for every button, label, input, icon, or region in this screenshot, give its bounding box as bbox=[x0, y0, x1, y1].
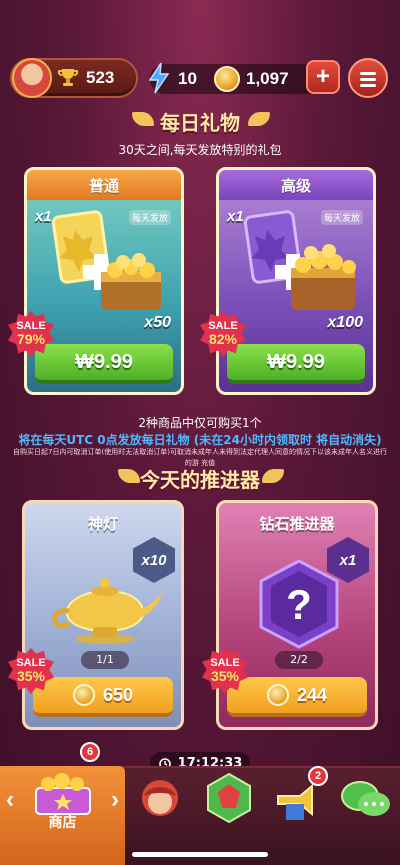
timing-note: 将在每天UTC 0点发放每日礼物 (未在24小时内领取时 将自动消失) bbox=[18, 433, 382, 447]
daily-gifts-subtitle: 30天之间,每天发放特别的礼包 bbox=[118, 143, 282, 157]
magic-lamp-icon bbox=[52, 578, 163, 644]
menu-button[interactable] bbox=[348, 58, 388, 98]
purchase-limit-note: 2种商品中仅可购买1个 bbox=[138, 416, 262, 430]
sale-percent: 82% bbox=[208, 331, 238, 348]
buy-lamp-button[interactable]: 650 bbox=[33, 677, 173, 717]
sale-percent: 79% bbox=[16, 331, 46, 348]
sale-percent: 35% bbox=[16, 668, 46, 685]
trophy-count: 523 bbox=[86, 68, 115, 87]
daily-tag: 每天发放 bbox=[320, 210, 363, 225]
trophy-icon bbox=[57, 69, 79, 86]
booster-price: 244 bbox=[296, 684, 328, 705]
gift-card-normal[interactable]: 普通 x1 每天发放 x50 ₩9.99 bbox=[24, 167, 184, 395]
gift-card-title: 普通 bbox=[27, 170, 181, 200]
booster-price: 650 bbox=[102, 684, 134, 705]
nav-shop-tab[interactable]: ‹ › 商店 bbox=[0, 766, 125, 865]
coin-icon bbox=[214, 66, 240, 92]
nav-character-tab[interactable] bbox=[136, 776, 186, 826]
gold-chest-icon bbox=[51, 210, 161, 310]
gift-qty-bottom: x50 bbox=[144, 314, 171, 331]
nav-ranking-tab[interactable] bbox=[204, 772, 254, 824]
nav-shop-label: 商店 bbox=[48, 815, 77, 831]
gem-emblem-icon bbox=[207, 772, 251, 824]
energy-bolt-icon bbox=[148, 62, 170, 94]
gift-qty-top: x1 bbox=[227, 208, 244, 225]
coin-icon bbox=[266, 684, 289, 706]
gift-qty-bottom: x100 bbox=[327, 314, 363, 331]
buy-normal-button[interactable]: ₩9.99 bbox=[35, 344, 173, 384]
add-coins-button[interactable]: + bbox=[306, 60, 340, 94]
shop-badge: 6 bbox=[80, 742, 100, 762]
booster-stock: 2/2 bbox=[275, 651, 323, 669]
booster-title: 钻石推进器 bbox=[259, 515, 335, 533]
mystery-diamond-icon: ? bbox=[259, 559, 339, 649]
gift-card-title: 高级 bbox=[219, 170, 373, 200]
player-avatar[interactable] bbox=[12, 58, 52, 98]
nav-chat-tab[interactable] bbox=[340, 778, 390, 828]
booster-card-lamp[interactable]: 神灯 x10 1/1 650 bbox=[22, 500, 184, 730]
booster-title: 神灯 bbox=[87, 515, 118, 533]
coin-icon bbox=[72, 684, 95, 706]
character-icon bbox=[142, 780, 178, 816]
gift-card-premium[interactable]: 高级 x1 每天发放 x100 ₩9.99 bbox=[216, 167, 376, 395]
purple-chest-icon bbox=[243, 210, 356, 310]
events-badge: 2 bbox=[308, 766, 328, 786]
chevron-left-icon[interactable]: ‹ bbox=[6, 786, 14, 814]
sale-percent: 35% bbox=[210, 668, 240, 685]
buy-diamond-button[interactable]: 244 bbox=[227, 677, 367, 717]
daily-tag: 每天发放 bbox=[128, 210, 171, 225]
svg-text:?: ? bbox=[286, 581, 312, 628]
buy-premium-button[interactable]: ₩9.99 bbox=[227, 344, 365, 384]
coin-count: 1,097 bbox=[246, 69, 289, 88]
shop-cart-icon bbox=[35, 773, 91, 815]
home-indicator bbox=[132, 852, 268, 857]
booster-card-diamond[interactable]: 钻石推进器 x1 ? 2/2 244 bbox=[216, 500, 378, 730]
gift-qty-top: x1 bbox=[35, 208, 52, 225]
chevron-right-icon[interactable]: › bbox=[111, 786, 119, 814]
energy-count: 10 bbox=[178, 69, 197, 88]
chat-bubble-icon bbox=[341, 781, 390, 816]
booster-stock: 1/1 bbox=[81, 651, 129, 669]
